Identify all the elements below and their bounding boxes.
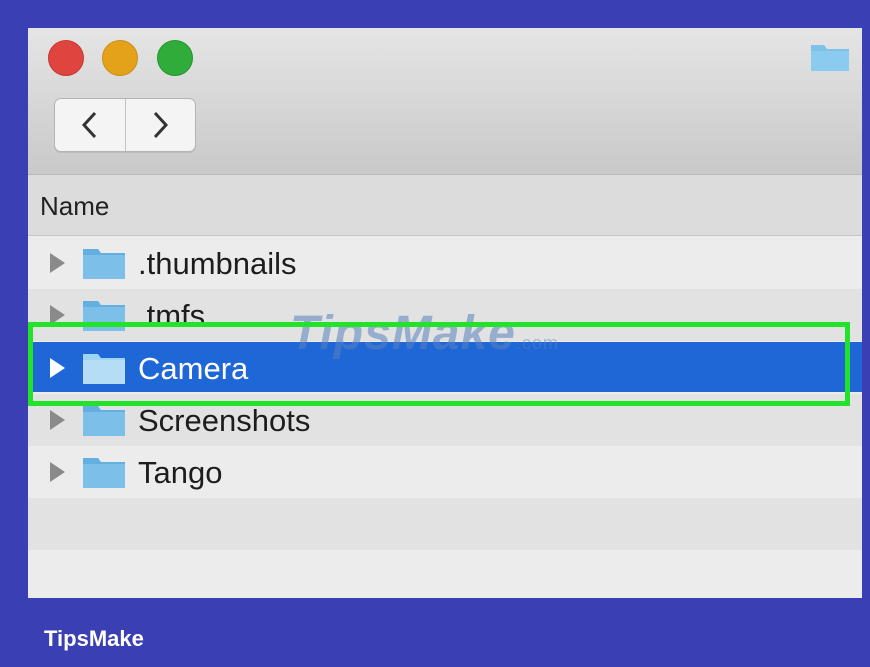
- list-item-label: Tango: [138, 455, 223, 490]
- finder-window: Name .thumbnails .tmfs Camera Screenshot…: [28, 28, 862, 598]
- disclosure-triangle-icon[interactable]: [50, 462, 65, 482]
- back-button[interactable]: [55, 99, 125, 151]
- disclosure-triangle-icon[interactable]: [50, 410, 65, 430]
- brand-logo: TipsMake: [44, 626, 144, 651]
- folder-icon: [83, 458, 125, 488]
- empty-row: [28, 498, 862, 550]
- empty-row: [28, 550, 862, 598]
- disclosure-triangle-icon[interactable]: [50, 358, 65, 378]
- folder-icon: [83, 354, 125, 384]
- folder-icon: [83, 406, 125, 436]
- window-toolbar: [28, 28, 862, 175]
- folder-icon: [83, 301, 125, 331]
- list-item[interactable]: Tango: [28, 446, 862, 498]
- column-header[interactable]: Name: [28, 175, 862, 236]
- disclosure-triangle-icon[interactable]: [50, 305, 65, 325]
- list-item-label: .thumbnails: [138, 246, 297, 281]
- list-item-selected[interactable]: Camera: [28, 342, 862, 392]
- minimize-button[interactable]: [102, 40, 138, 76]
- navigation-buttons: [54, 98, 196, 152]
- list-item-label: Screenshots: [138, 403, 311, 438]
- list-item-label: .tmfs: [138, 298, 206, 333]
- column-header-name: Name: [40, 191, 110, 221]
- disclosure-triangle-icon[interactable]: [50, 253, 65, 273]
- list-item-label: Camera: [138, 351, 249, 386]
- forward-button[interactable]: [124, 99, 196, 151]
- folder-icon: [811, 45, 849, 71]
- zoom-button[interactable]: [157, 40, 193, 76]
- chevron-left-icon: [81, 111, 96, 139]
- chevron-right-icon: [154, 111, 169, 139]
- list-item[interactable]: Screenshots: [28, 394, 862, 446]
- list-item[interactable]: .tmfs: [28, 289, 862, 341]
- close-button[interactable]: [48, 40, 84, 76]
- list-item[interactable]: .thumbnails: [28, 237, 862, 289]
- folder-icon: [83, 249, 125, 279]
